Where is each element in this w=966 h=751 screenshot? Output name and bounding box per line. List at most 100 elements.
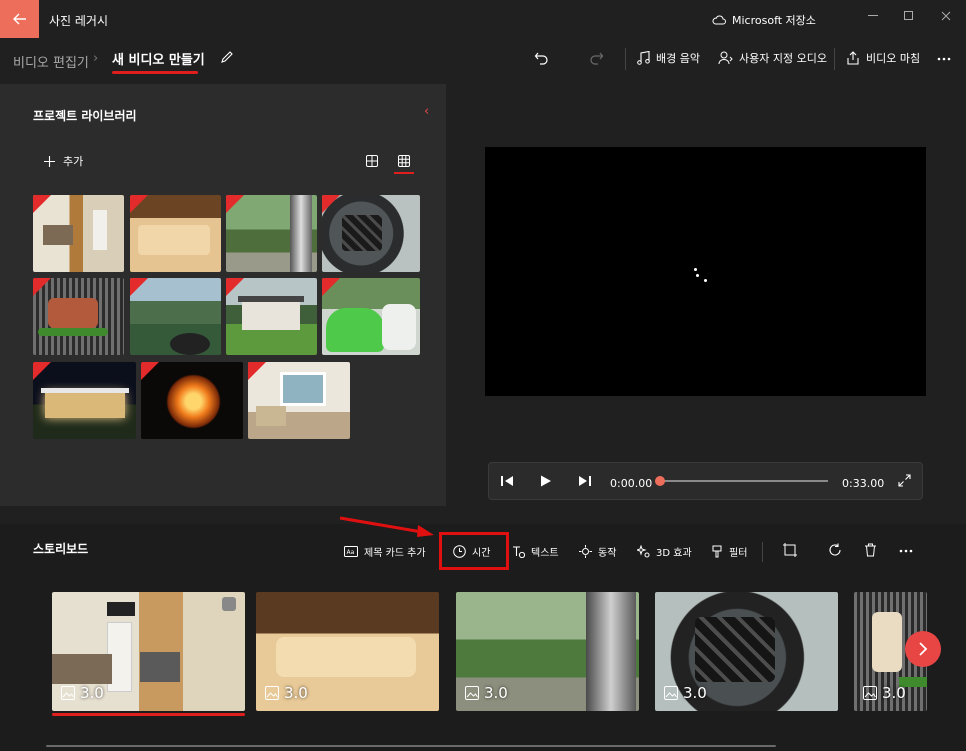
more-icon	[899, 549, 913, 553]
unused-marker	[141, 362, 159, 380]
library-thumbnail[interactable]	[130, 195, 221, 272]
background-music-button[interactable]: 배경 음악	[637, 50, 700, 66]
3d-effects-label: 3D 효과	[656, 548, 692, 559]
finish-video-button[interactable]: 비디오 마침	[846, 50, 920, 66]
close-button[interactable]	[936, 8, 956, 24]
seek-handle[interactable]	[655, 476, 665, 486]
unused-marker	[130, 195, 148, 213]
redo-button[interactable]	[588, 50, 604, 69]
divider	[625, 48, 626, 70]
music-note-icon	[637, 51, 650, 65]
plus-icon	[44, 155, 55, 167]
library-thumbnail[interactable]	[141, 362, 243, 439]
rotate-button[interactable]	[828, 543, 842, 560]
filter-icon	[712, 545, 722, 558]
close-icon	[941, 11, 951, 21]
minimize-button[interactable]	[863, 8, 883, 24]
custom-audio-button[interactable]: 사용자 지정 오디오	[718, 50, 827, 66]
library-thumbnail[interactable]	[33, 362, 136, 439]
unused-marker	[33, 278, 51, 296]
storyboard-more-button[interactable]	[898, 542, 914, 561]
horizontal-scrollbar[interactable]	[46, 745, 776, 747]
crop-icon	[783, 543, 797, 557]
rename-button[interactable]	[220, 50, 234, 67]
add-title-card-label: 제목 카드 추가	[364, 548, 426, 559]
storyboard-clip[interactable]: 3.0	[52, 592, 245, 711]
command-bar: 비디오 편집기 › 새 비디오 만들기 배경 음악 사용자 지정 오디오 비디오…	[0, 38, 966, 84]
library-thumbnail[interactable]	[33, 278, 124, 355]
step-forward-icon	[579, 476, 591, 486]
small-thumbnail-view-button[interactable]	[394, 152, 414, 170]
add-media-button[interactable]: 추가	[44, 153, 83, 169]
unused-marker	[33, 362, 51, 380]
back-button[interactable]	[0, 0, 39, 38]
more-options-button[interactable]	[936, 50, 952, 69]
library-thumbnail[interactable]	[322, 278, 420, 355]
divider	[762, 542, 763, 562]
divider	[834, 48, 835, 70]
text-label: 텍스트	[531, 548, 559, 559]
scroll-right-button[interactable]	[905, 631, 941, 667]
clip-duration: 3.0	[465, 684, 508, 702]
image-icon	[863, 686, 877, 700]
svg-text:Aa: Aa	[347, 549, 355, 556]
loading-spinner	[694, 268, 697, 271]
seek-bar[interactable]	[660, 480, 828, 482]
library-thumbnail[interactable]	[33, 195, 124, 272]
crop-button[interactable]	[783, 543, 797, 560]
loading-spinner	[696, 274, 699, 277]
motion-icon	[579, 545, 592, 558]
video-preview[interactable]	[485, 147, 926, 396]
storyboard-clip[interactable]: 3.0	[256, 592, 439, 711]
image-icon	[664, 686, 678, 700]
library-thumbnail[interactable]	[226, 195, 317, 272]
cloud-icon	[712, 15, 726, 25]
clip-duration-value: 3.0	[284, 684, 308, 702]
3d-effects-button[interactable]: 3D 효과	[637, 544, 692, 559]
breadcrumb-parent[interactable]: 비디오 편집기	[13, 52, 89, 71]
add-title-card-button[interactable]: Aa 제목 카드 추가	[344, 544, 426, 559]
play-button[interactable]	[540, 475, 552, 490]
person-audio-icon	[718, 51, 733, 65]
collapse-icon[interactable]: ‹	[424, 104, 429, 119]
add-label: 추가	[63, 155, 84, 168]
clip-duration-value: 3.0	[484, 684, 508, 702]
library-thumbnail[interactable]	[226, 278, 317, 355]
cloud-label: Microsoft 저장소	[732, 14, 816, 27]
active-view-indicator	[394, 172, 414, 174]
next-frame-button[interactable]	[578, 475, 591, 490]
grid-small-icon	[398, 155, 410, 167]
unused-marker	[130, 278, 148, 296]
previous-frame-button[interactable]	[501, 475, 514, 490]
minimize-icon	[868, 15, 878, 16]
image-icon	[265, 686, 279, 700]
motion-button[interactable]: 동작	[579, 544, 616, 559]
undo-button[interactable]	[534, 50, 550, 69]
cloud-storage[interactable]: Microsoft 저장소	[712, 12, 816, 28]
clip-duration: 3.0	[61, 684, 104, 702]
storyboard-title: 스토리보드	[33, 542, 89, 556]
delete-button[interactable]	[864, 543, 877, 560]
arrow-left-icon	[12, 13, 26, 25]
filter-button[interactable]: 필터	[712, 544, 747, 559]
library-thumbnail[interactable]	[322, 195, 420, 272]
text-add-icon	[513, 546, 525, 558]
expand-icon	[898, 474, 911, 487]
library-thumbnail[interactable]	[248, 362, 350, 439]
storyboard-clip[interactable]: 3.0	[655, 592, 838, 711]
motion-label: 동작	[598, 548, 617, 559]
selected-clip-indicator	[52, 713, 245, 716]
background-music-label: 배경 음악	[656, 52, 700, 65]
unused-marker	[248, 362, 266, 380]
library-thumbnail[interactable]	[130, 278, 221, 355]
select-checkbox[interactable]	[222, 597, 236, 611]
fullscreen-button[interactable]	[898, 474, 911, 490]
storyboard-clip[interactable]: 3.0	[456, 592, 639, 711]
image-icon	[61, 686, 75, 700]
large-thumbnail-view-button[interactable]	[362, 152, 382, 170]
maximize-button[interactable]	[899, 8, 919, 24]
export-icon	[847, 51, 859, 65]
text-button[interactable]: 텍스트	[512, 544, 559, 559]
chevron-right-icon	[919, 642, 928, 656]
undo-icon	[534, 52, 548, 65]
